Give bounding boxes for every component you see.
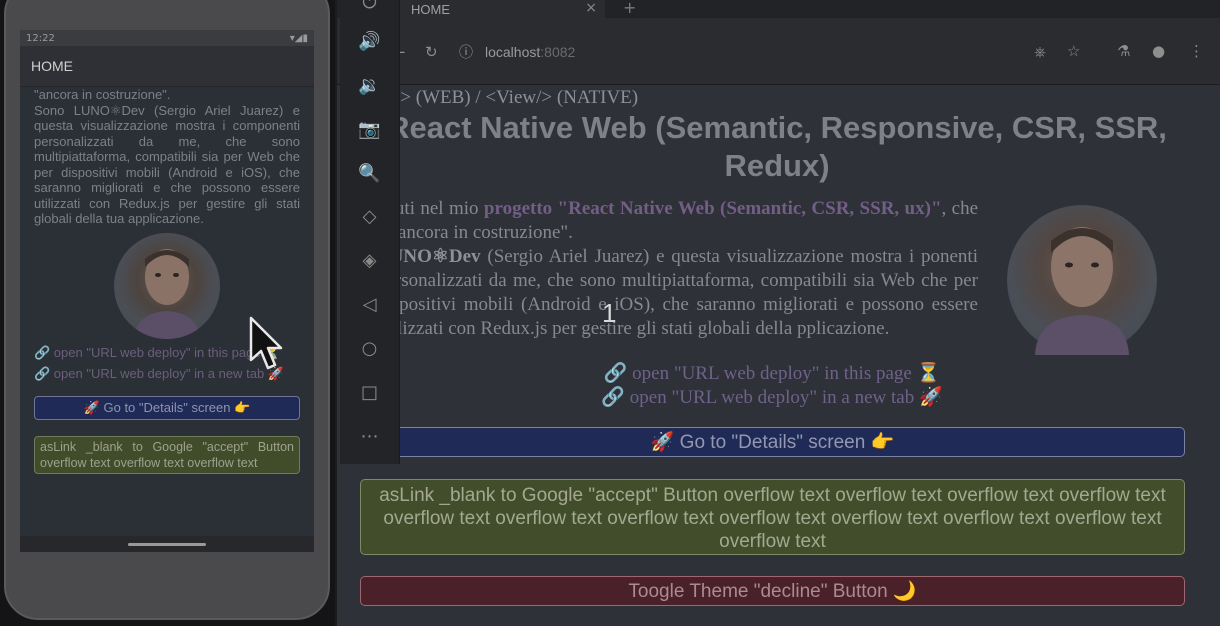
intro-paragraph: enuti nel mio progetto "React Native Web… (377, 197, 978, 341)
android-emulator: 12:22 ▾◢▮ HOME "ancora in costruzione". … (0, 0, 335, 626)
volume-up-icon[interactable]: 🔊 (340, 31, 399, 52)
phone-avatar (114, 232, 220, 339)
phone-nav-bar (20, 536, 314, 552)
rotate-right-icon[interactable]: ◈ (340, 250, 399, 271)
accept-button[interactable]: asLink _blank to Google "accept" Button … (360, 479, 1185, 555)
tab-title: HOME (411, 1, 450, 17)
link-this-page[interactable]: 🔗 open "URL web deploy" in this page ⏳ (337, 361, 1207, 385)
details-button[interactable]: 🚀 Go to "Details" screen 👉 (360, 427, 1185, 457)
mouse-cursor-icon (249, 316, 283, 370)
new-tab-icon[interactable]: + (623, 0, 636, 17)
page-subtitle: /> (WEB) / <View/> (NATIVE) (395, 87, 639, 108)
more-options-icon[interactable]: ⋯ (340, 426, 399, 447)
browser-toolbar: ← ↻ ⓘ localhost:8082 ⎈ ☆ ⚗ ● ⋮ (337, 18, 1220, 85)
status-icons: ▾◢▮ (289, 32, 308, 44)
url-host: localhost (485, 44, 541, 60)
info-icon[interactable]: ⓘ (459, 42, 473, 62)
link-new-tab[interactable]: 🔗 open "URL web deploy" in a new tab 🚀 (337, 385, 1207, 409)
face-icon (1035, 227, 1129, 355)
translate-icon[interactable]: ⎈ (1034, 43, 1046, 61)
emulator-side-panel: ⏻ 🔊 🔉 📷 🔍 ◇ ◈ ◁ ○ □ ⋯ (340, 0, 400, 464)
tab-close-icon[interactable]: × (585, 0, 597, 16)
author-avatar (1007, 205, 1157, 355)
menu-kebab-icon[interactable]: ⋮ (1189, 42, 1204, 60)
phone-status-bar: 12:22 ▾◢▮ (20, 30, 314, 46)
page-title: React Native Web (Semantic, Responsive, … (387, 110, 1167, 183)
face-icon (134, 248, 200, 339)
overview-square-icon[interactable]: □ (340, 382, 399, 403)
phone-intro-line-2: Sono LUNO⚛Dev (Sergio Ariel Juarez) e qu… (34, 102, 300, 227)
phone-accept-button[interactable]: asLink _blank to Google "accept" Button … (34, 435, 300, 474)
address-bar[interactable]: ⓘ localhost:8082 (459, 36, 1159, 68)
volume-down-icon[interactable]: 🔉 (340, 75, 399, 96)
home-gesture-pill[interactable] (128, 543, 206, 546)
camera-icon[interactable]: 📷 (340, 119, 399, 140)
power-icon[interactable]: ⏻ (340, 0, 399, 13)
phone-app-bar: HOME (20, 46, 314, 87)
phone-details-button[interactable]: 🚀 Go to "Details" screen 👉 (34, 395, 300, 420)
browser-window: HOME × + ← ↻ ⓘ localhost:8082 ⎈ ☆ ⚗ ● ⋮ … (337, 0, 1220, 626)
reload-icon[interactable]: ↻ (425, 43, 438, 61)
phone-content: "ancora in costruzione". Sono LUNO⚛Dev (… (20, 87, 314, 474)
zoom-icon[interactable]: 🔍 (340, 163, 399, 184)
status-time: 12:22 (26, 32, 55, 44)
overlay-counter: 1 (602, 298, 617, 328)
web-page: /> (WEB) / <View/> (NATIVE) React Native… (337, 85, 1220, 626)
toggle-theme-button[interactable]: Toogle Theme "decline" Button 🌙 (360, 576, 1185, 606)
phone-intro-line-1: "ancora in costruzione". (34, 87, 171, 102)
back-triangle-icon[interactable]: ◁ (340, 294, 399, 315)
project-link[interactable]: progetto "React Native Web (Semantic, CS… (484, 198, 942, 219)
url-port: :8082 (540, 44, 576, 60)
profile-icon[interactable]: ● (1152, 42, 1165, 60)
phone-app-title: HOME (31, 58, 73, 74)
bookmark-star-icon[interactable]: ☆ (1067, 42, 1080, 60)
phone-screen: 12:22 ▾◢▮ HOME "ancora in costruzione". … (20, 30, 314, 552)
tab-strip: HOME × + (337, 0, 1220, 18)
home-circle-icon[interactable]: ○ (340, 338, 399, 359)
rotate-left-icon[interactable]: ◇ (340, 206, 399, 227)
labs-flask-icon[interactable]: ⚗ (1117, 42, 1130, 60)
tab-home[interactable]: HOME × (383, 0, 605, 18)
